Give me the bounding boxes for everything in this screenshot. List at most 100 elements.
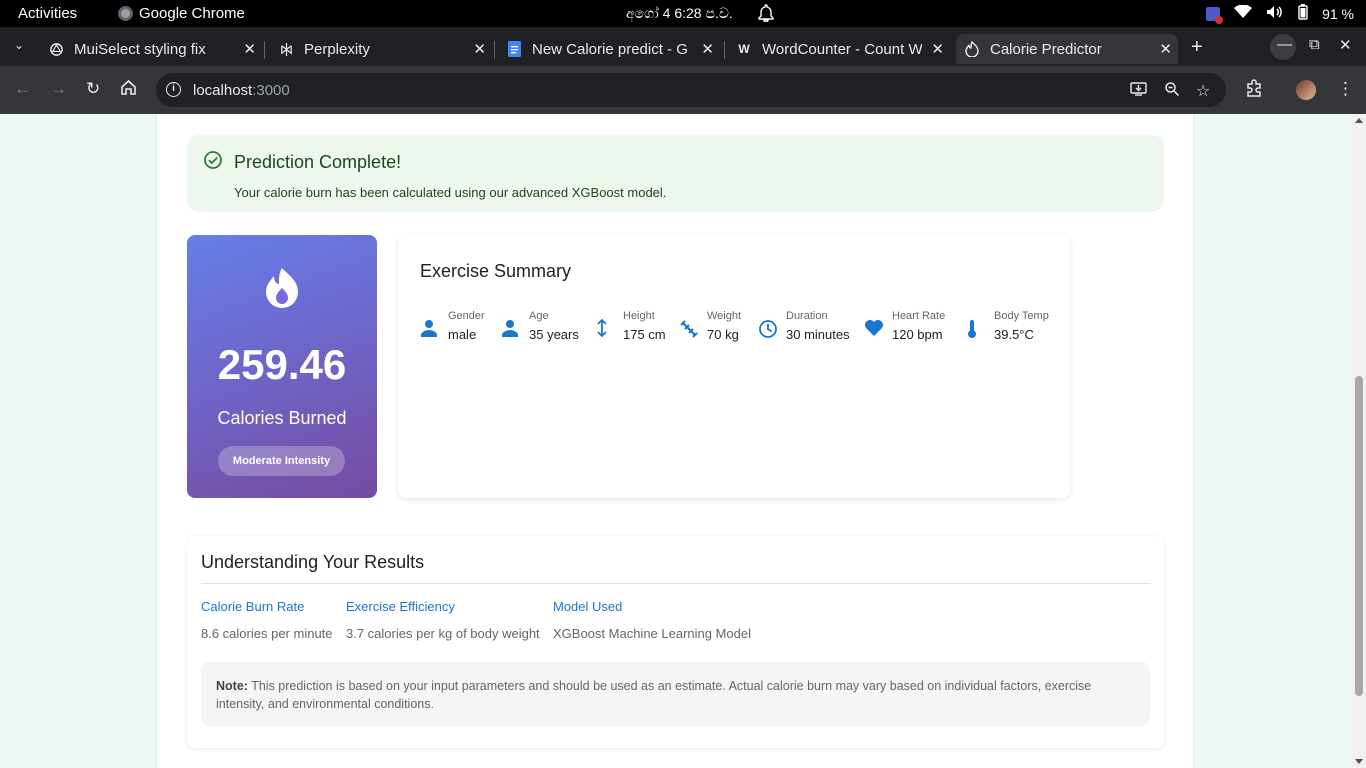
model-column: Model Used XGBoost Machine Learning Mode… (553, 599, 751, 641)
exercise-summary-card: Exercise Summary Gender male Age 35 years … (398, 235, 1070, 498)
install-app-icon[interactable] (1130, 81, 1147, 102)
profile-avatar[interactable] (1296, 80, 1316, 100)
flame-favicon (964, 41, 980, 57)
back-button[interactable]: ← (14, 79, 31, 99)
column-detail: 3.7 calories per kg of body weight (346, 626, 540, 641)
efficiency-column: Exercise Efficiency 3.7 calories per kg … (346, 599, 540, 641)
summary-item-heart-rate: Heart Rate 120 bpm (864, 310, 945, 342)
column-heading: Model Used (553, 599, 623, 614)
check-circle-icon (203, 150, 223, 175)
summary-item-duration: Duration 30 minutes (758, 310, 850, 344)
note-label: Note: (216, 679, 248, 693)
extensions-icon[interactable] (1245, 79, 1263, 102)
thermometer-icon (966, 319, 988, 344)
app-menu[interactable]: Google Chrome (118, 5, 245, 22)
summary-value: 39.5°C (994, 327, 1034, 342)
page-viewport: Prediction Complete! Your calorie burn h… (0, 114, 1352, 768)
burn-rate-column: Calorie Burn Rate 8.6 calories per minut… (201, 599, 333, 641)
address-bar[interactable]: i localhost:3000 ☆ (156, 73, 1226, 107)
home-button[interactable] (120, 79, 137, 100)
w-icon: W (738, 42, 750, 56)
perplexity-icon (278, 41, 294, 57)
summary-item-weight: Weight 70 kg (679, 310, 741, 344)
success-alert: Prediction Complete! Your calorie burn h… (187, 135, 1164, 212)
reload-button[interactable]: ↻ (86, 79, 100, 99)
column-detail: XGBoost Machine Learning Model (553, 626, 752, 641)
summary-key: Body Temp (994, 310, 1049, 322)
alert-message: Your calorie burn has been calculated us… (234, 185, 667, 200)
teams-icon[interactable] (1206, 6, 1224, 24)
forward-button[interactable]: → (50, 79, 67, 99)
scroll-down-arrow[interactable] (1355, 759, 1363, 764)
battery-icon (1298, 4, 1308, 23)
scroll-up-arrow[interactable] (1355, 118, 1363, 123)
openai-icon (48, 41, 64, 57)
close-icon[interactable]: ✕ (931, 40, 944, 58)
fitness-icon (679, 319, 701, 344)
person-icon (420, 319, 442, 342)
summary-value: 70 kg (707, 327, 739, 342)
divider (201, 583, 1151, 584)
docs-icon (506, 41, 522, 57)
tab-calorie-doc[interactable]: New Calorie predict - G ✕ (498, 34, 720, 64)
alarm-icon[interactable] (758, 4, 774, 26)
tab-muiselect[interactable]: MuiSelect styling fix ✕ (40, 34, 262, 64)
tab-calorie-predictor[interactable]: Calorie Predictor ✕ (956, 34, 1178, 64)
new-tab-button[interactable]: + (1191, 36, 1203, 59)
tab-title: WordCounter - Count W (762, 40, 922, 58)
summary-value: 175 cm (623, 327, 666, 342)
summary-key: Weight (707, 310, 742, 322)
close-icon[interactable]: ✕ (1159, 40, 1172, 58)
volume-icon (1266, 5, 1284, 22)
column-detail: 8.6 calories per minute (201, 626, 333, 641)
alert-title: Prediction Complete! (234, 152, 402, 172)
activities-button[interactable]: Activities (18, 5, 77, 22)
clock-icon (758, 319, 780, 344)
tab-title: Perplexity (304, 40, 370, 58)
calories-value: 259.46 (217, 341, 347, 388)
summary-value: 120 bpm (892, 327, 943, 342)
maximize-button[interactable]: ⧉ (1309, 36, 1320, 53)
clock[interactable]: අගෝ 4 6:28 ප.ව. (626, 5, 733, 22)
wifi-icon (1234, 4, 1253, 22)
zoom-icon[interactable] (1164, 81, 1180, 102)
close-icon[interactable]: ✕ (243, 40, 256, 58)
scrollbar-thumb[interactable] (1355, 376, 1363, 696)
column-heading: Calorie Burn Rate (201, 599, 305, 614)
url-text[interactable]: localhost:3000 (193, 82, 290, 99)
system-top-bar: Activities Google Chrome අගෝ 4 6:28 ප.ව.… (0, 0, 1366, 27)
close-icon[interactable]: ✕ (473, 40, 486, 58)
battery-percent: 91 % (1322, 5, 1354, 22)
tab-wordcounter[interactable]: W WordCounter - Count W ✕ (728, 34, 950, 64)
summary-item-age: Age 35 years (501, 310, 579, 342)
calories-label: Calories Burned (217, 408, 347, 428)
tab-title: Calorie Predictor (990, 40, 1102, 58)
intensity-chip: Moderate Intensity (218, 446, 345, 476)
summary-value: 30 minutes (786, 327, 850, 342)
summary-item-body-temp: Body Temp 39.5°C (966, 310, 1049, 344)
summary-key: Gender (448, 310, 485, 322)
minimize-button[interactable]: — (1277, 36, 1292, 53)
column-heading: Exercise Efficiency (346, 599, 455, 614)
tab-title: MuiSelect styling fix (74, 40, 206, 58)
tab-search-icon[interactable]: ⌄ (14, 38, 24, 52)
bookmark-star-icon[interactable]: ☆ (1196, 81, 1210, 101)
summary-item-height: Height 175 cm (595, 310, 666, 342)
note-text: This prediction is based on your input p… (216, 679, 1092, 711)
close-icon[interactable]: ✕ (701, 40, 714, 58)
tab-perplexity[interactable]: Perplexity ✕ (270, 34, 492, 64)
menu-kebab-icon[interactable]: ⋮ (1337, 79, 1354, 99)
summary-key: Age (529, 310, 549, 322)
summary-key: Duration (786, 310, 828, 322)
site-info-icon[interactable]: i (166, 82, 181, 97)
close-window-button[interactable]: ✕ (1339, 36, 1352, 54)
chrome-icon (118, 6, 133, 21)
system-tray[interactable]: 91 % (1206, 4, 1354, 24)
summary-title: Exercise Summary (420, 261, 572, 281)
summary-item-gender: Gender male (420, 310, 485, 342)
page-scrollbar[interactable] (1352, 114, 1366, 768)
heart-icon (864, 319, 886, 342)
summary-key: Heart Rate (892, 310, 946, 322)
understanding-title: Understanding Your Results (201, 552, 425, 572)
understanding-card: Understanding Your Results Calorie Burn … (187, 536, 1164, 748)
